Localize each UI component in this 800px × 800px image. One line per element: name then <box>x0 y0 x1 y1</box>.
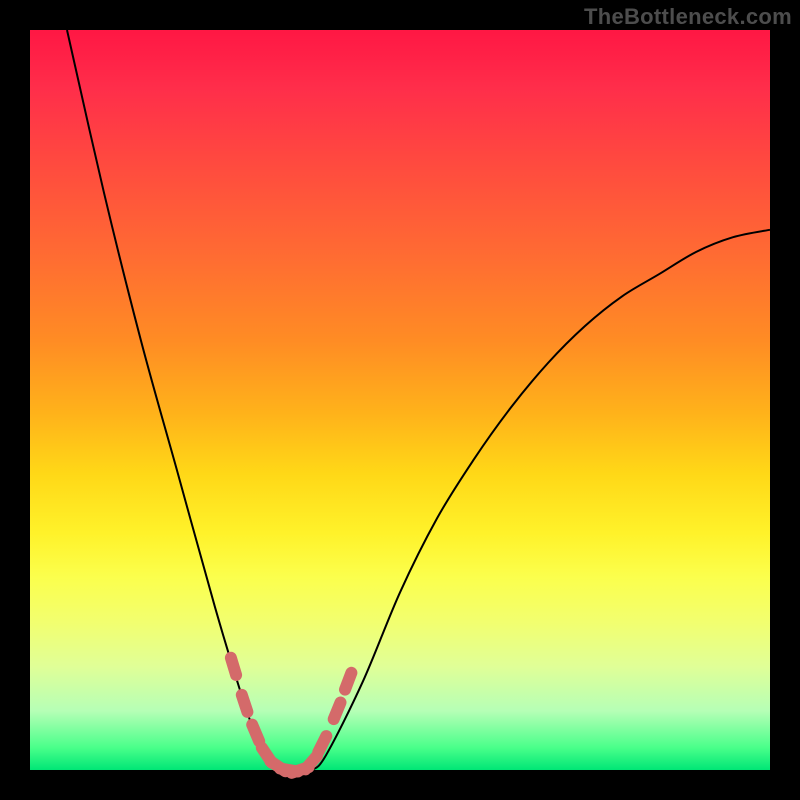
highlight-dash <box>252 725 259 742</box>
highlight-dash <box>242 695 248 712</box>
bottleneck-curve <box>67 30 770 771</box>
bottleneck-curve-svg <box>30 30 770 770</box>
highlight-dash <box>345 673 351 690</box>
highlight-dash <box>334 703 341 720</box>
highlight-dash <box>318 736 326 752</box>
highlight-dash <box>231 658 236 675</box>
watermark-text: TheBottleneck.com <box>584 4 792 30</box>
highlight-dashes <box>231 658 352 773</box>
